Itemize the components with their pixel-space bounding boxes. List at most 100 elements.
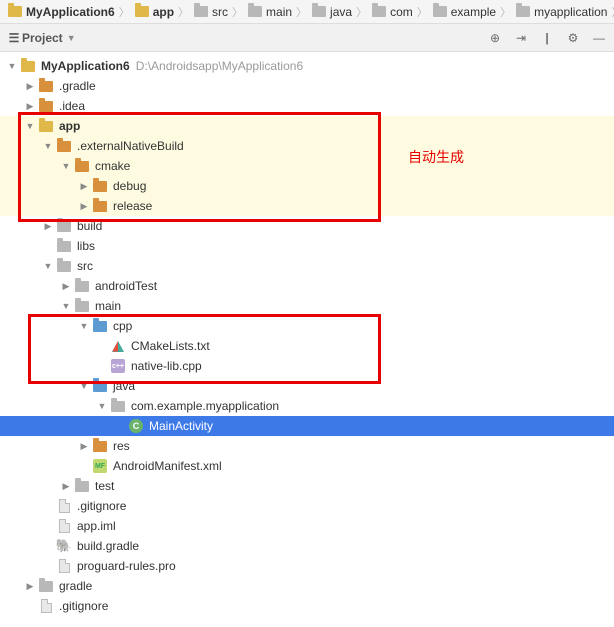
folder-icon <box>38 78 54 94</box>
tree-item-main[interactable]: ▼ main <box>0 296 614 316</box>
crumb-app[interactable]: app <box>131 4 177 20</box>
chevron-right-icon: 〉 <box>118 4 131 20</box>
folder-icon <box>38 118 54 134</box>
expand-arrow-icon[interactable]: ▶ <box>78 181 90 192</box>
tree-item-idea[interactable]: ▶ .idea <box>0 96 614 116</box>
collapse-icon[interactable]: ⇥ <box>512 29 530 47</box>
crumb-com[interactable]: com <box>368 4 416 20</box>
folder-icon <box>74 158 90 174</box>
expand-arrow-icon[interactable]: ▶ <box>60 281 72 292</box>
annotation-label: 自动生成 <box>408 147 464 167</box>
file-icon <box>56 498 72 514</box>
expand-arrow-icon[interactable]: ▼ <box>60 301 72 311</box>
expand-arrow-icon[interactable]: ▶ <box>24 101 36 112</box>
tree-item-release[interactable]: ▶ release <box>0 196 614 216</box>
expand-arrow-icon[interactable]: ▶ <box>42 221 54 232</box>
tree-item-java[interactable]: ▼ java <box>0 376 614 396</box>
chevron-right-icon: 〉 <box>355 4 368 20</box>
folder-icon <box>311 4 327 20</box>
expand-arrow-icon[interactable]: ▼ <box>60 161 72 171</box>
folder-icon <box>7 4 23 20</box>
crumb-myapp[interactable]: myapplication <box>512 4 610 20</box>
class-icon: C <box>128 418 144 434</box>
project-view-selector[interactable]: ☰ Project ▼ <box>6 30 486 46</box>
tree-item-manifest[interactable]: ▶ MF AndroidManifest.xml <box>0 456 614 476</box>
tree-item-gitignore2[interactable]: ▶ .gitignore <box>0 596 614 616</box>
expand-arrow-icon[interactable]: ▶ <box>78 201 90 212</box>
chevron-right-icon: 〉 <box>177 4 190 20</box>
tree-root[interactable]: ▼ MyApplication6 D:\Androidsapp\MyApplic… <box>0 56 614 76</box>
project-tree[interactable]: 自动生成 ▼ MyApplication6 D:\Androidsapp\MyA… <box>0 52 614 627</box>
project-label: Project <box>22 31 63 45</box>
tree-item-proguard[interactable]: ▶ proguard-rules.pro <box>0 556 614 576</box>
folder-icon <box>432 4 448 20</box>
folder-icon <box>92 378 108 394</box>
tree-item-debug[interactable]: ▶ debug <box>0 176 614 196</box>
expand-arrow-icon[interactable]: ▼ <box>42 141 54 151</box>
file-icon <box>56 518 72 534</box>
chevron-right-icon: 〉 <box>231 4 244 20</box>
folder-icon <box>515 4 531 20</box>
folder-icon <box>38 98 54 114</box>
folder-icon <box>110 398 126 414</box>
list-icon: ☰ <box>6 30 22 46</box>
folder-icon <box>38 578 54 594</box>
tree-item-nativelib[interactable]: ▶ c++ native-lib.cpp <box>0 356 614 376</box>
crumb-java[interactable]: java <box>308 4 355 20</box>
tree-item-androidtest[interactable]: ▶ androidTest <box>0 276 614 296</box>
folder-icon <box>92 438 108 454</box>
expand-arrow-icon[interactable]: ▼ <box>42 261 54 271</box>
crumb-example[interactable]: example <box>429 4 499 20</box>
root-path: D:\Androidsapp\MyApplication6 <box>136 59 303 73</box>
gear-icon[interactable]: ⚙ <box>564 29 582 47</box>
file-icon <box>38 598 54 614</box>
folder-icon <box>371 4 387 20</box>
expand-arrow-icon[interactable]: ▶ <box>24 81 36 92</box>
folder-icon <box>74 478 90 494</box>
folder-icon <box>56 238 72 254</box>
crumb-main[interactable]: main <box>244 4 295 20</box>
chevron-right-icon: 〉 <box>416 4 429 20</box>
tree-item-buildgradle[interactable]: ▶ 🐘 build.gradle <box>0 536 614 556</box>
folder-icon <box>74 278 90 294</box>
tree-item-app[interactable]: ▼ app <box>0 116 614 136</box>
manifest-icon: MF <box>92 458 108 474</box>
expand-arrow-icon[interactable]: ▶ <box>60 481 72 492</box>
tree-item-package[interactable]: ▼ com.example.myapplication <box>0 396 614 416</box>
tree-item-res[interactable]: ▶ res <box>0 436 614 456</box>
crumb-src[interactable]: src <box>190 4 231 20</box>
expand-arrow-icon[interactable]: ▼ <box>96 401 108 411</box>
expand-arrow-icon[interactable]: ▼ <box>78 321 90 331</box>
tree-item-gradle[interactable]: ▶ .gradle <box>0 76 614 96</box>
folder-icon <box>56 258 72 274</box>
expand-arrow-icon[interactable]: ▼ <box>24 121 36 131</box>
tree-item-cmake[interactable]: ▼ cmake <box>0 156 614 176</box>
expand-arrow-icon[interactable]: ▼ <box>78 381 90 391</box>
chevron-right-icon: 〉 <box>295 4 308 20</box>
tree-item-mainactivity[interactable]: ▶ C MainActivity <box>0 416 614 436</box>
tree-item-gitignore[interactable]: ▶ .gitignore <box>0 496 614 516</box>
breadcrumb: MyApplication6 〉 app 〉 src 〉 main 〉 java… <box>0 0 614 24</box>
tree-item-src[interactable]: ▼ src <box>0 256 614 276</box>
cmake-icon <box>110 338 126 354</box>
tree-item-build[interactable]: ▶ build <box>0 216 614 236</box>
tree-item-gradle-root[interactable]: ▶ gradle <box>0 576 614 596</box>
expand-arrow-icon[interactable]: ▶ <box>24 581 36 592</box>
chevron-right-icon: 〉 <box>610 4 614 20</box>
expand-arrow-icon[interactable]: ▶ <box>78 441 90 452</box>
file-icon <box>56 558 72 574</box>
folder-icon <box>74 298 90 314</box>
hide-icon[interactable]: — <box>590 29 608 47</box>
chevron-down-icon: ▼ <box>67 33 76 43</box>
project-toolbar: ☰ Project ▼ ⊕ ⇥ | ⚙ — <box>0 24 614 52</box>
tree-item-externalnativebuild[interactable]: ▼ .externalNativeBuild <box>0 136 614 156</box>
tree-item-test[interactable]: ▶ test <box>0 476 614 496</box>
tree-item-appiml[interactable]: ▶ app.iml <box>0 516 614 536</box>
folder-icon <box>134 4 150 20</box>
target-icon[interactable]: ⊕ <box>486 29 504 47</box>
crumb-project[interactable]: MyApplication6 <box>4 4 118 20</box>
expand-arrow-icon[interactable]: ▼ <box>6 61 18 71</box>
tree-item-libs[interactable]: ▶ libs <box>0 236 614 256</box>
tree-item-cmakelists[interactable]: ▶ CMakeLists.txt <box>0 336 614 356</box>
tree-item-cpp[interactable]: ▼ cpp <box>0 316 614 336</box>
